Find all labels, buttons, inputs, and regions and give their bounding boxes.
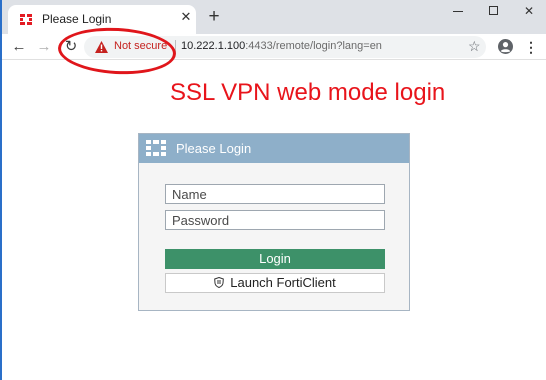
launch-forticlient-button[interactable]: Launch FortiClient: [165, 273, 385, 293]
fortinet-logo-icon: [20, 14, 32, 25]
name-field[interactable]: Name: [165, 184, 385, 204]
maximize-icon[interactable]: [485, 4, 503, 18]
login-button[interactable]: Login: [165, 249, 385, 269]
grid-logo-icon: [146, 140, 166, 156]
page-heading: SSL VPN web mode login: [170, 79, 446, 106]
password-field[interactable]: Password: [165, 210, 385, 230]
panel-header: Please Login: [139, 134, 409, 163]
panel-title: Please Login: [176, 141, 252, 156]
browser-menu-icon[interactable]: ⋮: [524, 38, 538, 56]
url-host: 10.222.1.100: [181, 40, 246, 52]
profile-avatar-icon[interactable]: [498, 39, 513, 54]
browser-window: Please Login ✕ + ✕ ← → ↻ Not secure 10.2…: [0, 0, 546, 380]
url-path: :4433/remote/login?lang=en: [245, 40, 382, 52]
tab-close-icon[interactable]: ✕: [179, 10, 193, 24]
minimize-icon[interactable]: [449, 4, 467, 18]
login-panel: Please Login Name Password Login Launch …: [138, 133, 410, 311]
back-arrow-icon[interactable]: ←: [10, 38, 28, 56]
url-text[interactable]: 10.222.1.100:4433/remote/login?lang=en: [181, 40, 382, 52]
launch-forticlient-label: Launch FortiClient: [230, 275, 336, 290]
bookmark-star-icon[interactable]: ☆: [468, 38, 481, 55]
tab-bar: Please Login ✕ + ✕: [2, 0, 546, 34]
forticlient-shield-icon: [214, 277, 225, 288]
window-close-icon[interactable]: ✕: [520, 4, 538, 18]
new-tab-icon[interactable]: +: [205, 7, 223, 26]
forward-arrow-icon[interactable]: →: [35, 38, 53, 56]
tab-title: Please Login: [42, 12, 112, 26]
